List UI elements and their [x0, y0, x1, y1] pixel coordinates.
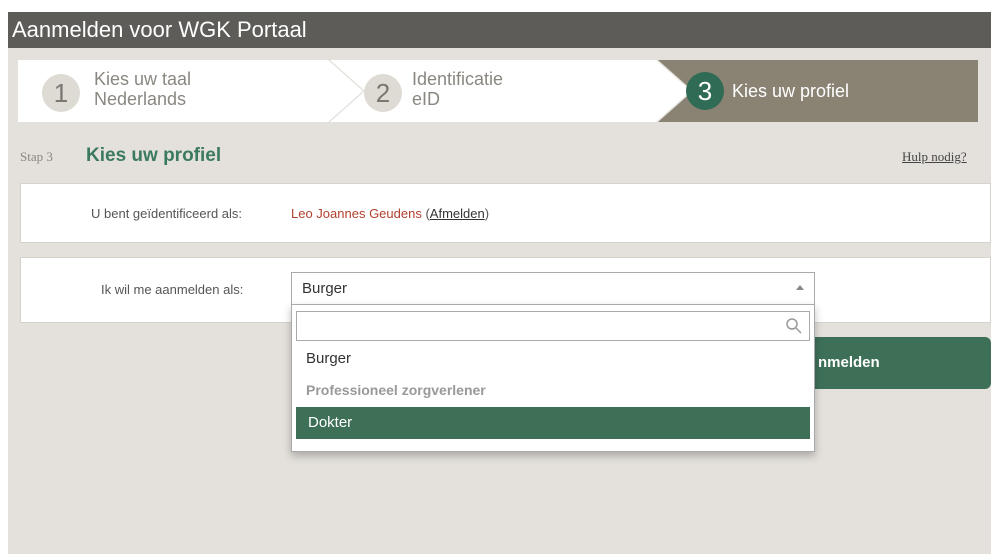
step-2-subtitle: eID: [412, 89, 441, 109]
step-1-title: Kies uw taal: [94, 69, 192, 89]
step-progress: 1 Kies uw taal Nederlands 2 Identificati…: [18, 60, 978, 122]
step-label: Stap 3: [20, 149, 53, 164]
login-button[interactable]: nmelden: [793, 337, 991, 389]
chevron-up-icon: [796, 285, 804, 290]
step-1-number: 1: [42, 74, 80, 112]
identification-card: U bent geïdentificeerd als: Leo Joannes …: [20, 183, 991, 243]
step-3-number: 3: [686, 72, 724, 110]
step-2-number: 2: [364, 74, 402, 112]
dropdown-search-input[interactable]: [296, 311, 810, 341]
identification-value: Leo Joannes Geudens (Afmelden): [291, 206, 489, 221]
step-title: Kies uw profiel: [86, 145, 222, 166]
identification-label: U bent geïdentificeerd als:: [91, 206, 243, 221]
close-paren: ): [484, 206, 490, 221]
profile-select-label: Ik wil me aanmelden als:: [101, 282, 244, 297]
step-2-title: Identificatie: [412, 69, 504, 89]
profile-select-value: Burger: [302, 280, 348, 297]
page-title: Aanmelden voor WGK Portaal: [8, 12, 991, 48]
profile-dropdown: Burger Professioneel zorgverlener Dokter: [291, 304, 815, 452]
dropdown-group-professioneel-zorgverlener: Professioneel zorgverlener: [306, 382, 486, 398]
identified-name: Leo Joannes Geudens: [291, 206, 422, 221]
step-3-title: Kies uw profiel: [732, 81, 850, 101]
profile-select[interactable]: Burger: [291, 272, 815, 304]
dropdown-option-dokter[interactable]: Dokter: [296, 407, 810, 439]
help-link[interactable]: Hulp nodig?: [902, 149, 967, 165]
login-panel: Aanmelden voor WGK Portaal 1 Kies uw taa…: [8, 12, 991, 554]
step-1-subtitle: Nederlands: [94, 89, 187, 109]
dropdown-option-burger[interactable]: Burger: [296, 343, 810, 375]
logout-link[interactable]: Afmelden: [430, 206, 485, 221]
search-icon: [786, 318, 802, 334]
